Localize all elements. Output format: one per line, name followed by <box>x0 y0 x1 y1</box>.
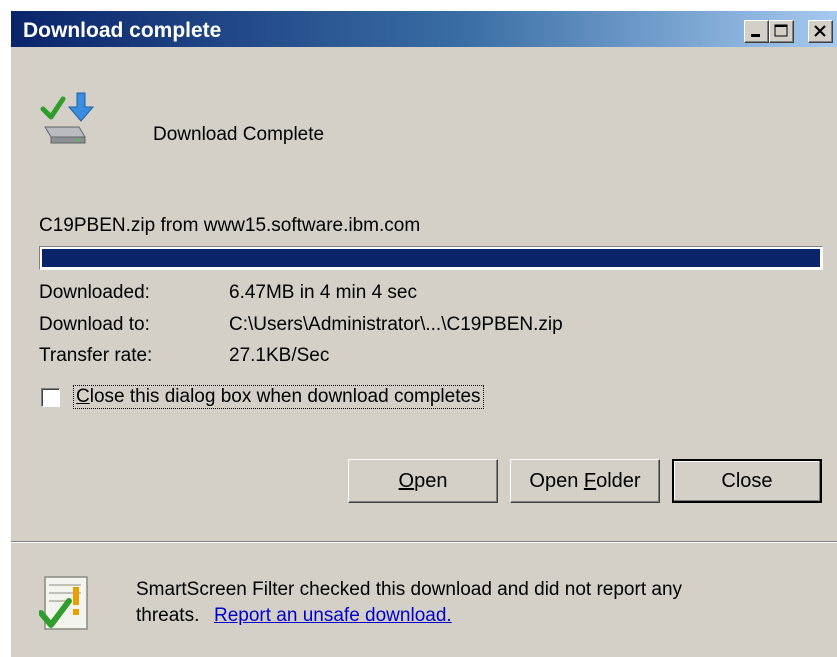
window-title: Download complete <box>23 19 222 42</box>
close-on-complete-checkbox[interactable] <box>41 388 60 407</box>
open-button[interactable]: Open <box>348 459 498 503</box>
smartscreen-shield-icon <box>38 571 93 642</box>
maximize-icon <box>774 24 788 37</box>
transfer-rate-label: Transfer rate: <box>39 345 153 366</box>
download-complete-dialog: Download complete Download Complete C19P… <box>10 10 837 657</box>
file-source: C19PBEN.zip from www15.software.ibm.com <box>39 215 421 236</box>
status-heading: Download Complete <box>153 124 325 145</box>
transfer-rate-value: 27.1KB/Sec <box>229 345 330 366</box>
open-button-accel: O <box>398 469 415 492</box>
download-to-label: Download to: <box>39 314 150 335</box>
close-on-complete-label[interactable]: Close this dialog box when download comp… <box>73 385 484 409</box>
maximize-button[interactable] <box>769 20 794 43</box>
close-window-button[interactable] <box>808 20 833 43</box>
open-folder-rest: older <box>596 469 641 492</box>
close-on-complete-text: lose this dialog box when download compl… <box>89 386 481 407</box>
download-complete-icon <box>39 91 103 160</box>
close-icon <box>814 25 826 37</box>
progress-fill <box>42 249 820 267</box>
report-unsafe-download-link[interactable]: Report an unsafe download. <box>214 605 452 627</box>
open-button-text: pen <box>414 469 448 492</box>
title-bar[interactable]: Download complete <box>11 11 837 47</box>
downloaded-value: 6.47MB in 4 min 4 sec <box>229 282 417 303</box>
smartscreen-message-line2: threats. <box>136 605 200 626</box>
minimize-button[interactable] <box>744 20 769 43</box>
minimize-icon <box>751 34 760 37</box>
divider <box>11 541 837 543</box>
close-button[interactable]: Close <box>672 459 822 503</box>
open-folder-pre: Open <box>529 469 584 492</box>
download-to-value: C:\Users\Administrator\...\C19PBEN.zip <box>229 314 563 335</box>
progress-bar <box>39 246 823 270</box>
downloaded-label: Downloaded: <box>39 282 150 303</box>
smartscreen-message: SmartScreen Filter checked this download… <box>136 579 683 600</box>
open-folder-accel: F <box>583 469 597 492</box>
open-folder-button[interactable]: Open Folder <box>510 459 660 503</box>
close-on-complete-accel: C <box>76 386 90 407</box>
close-button-text: Close <box>721 469 773 492</box>
